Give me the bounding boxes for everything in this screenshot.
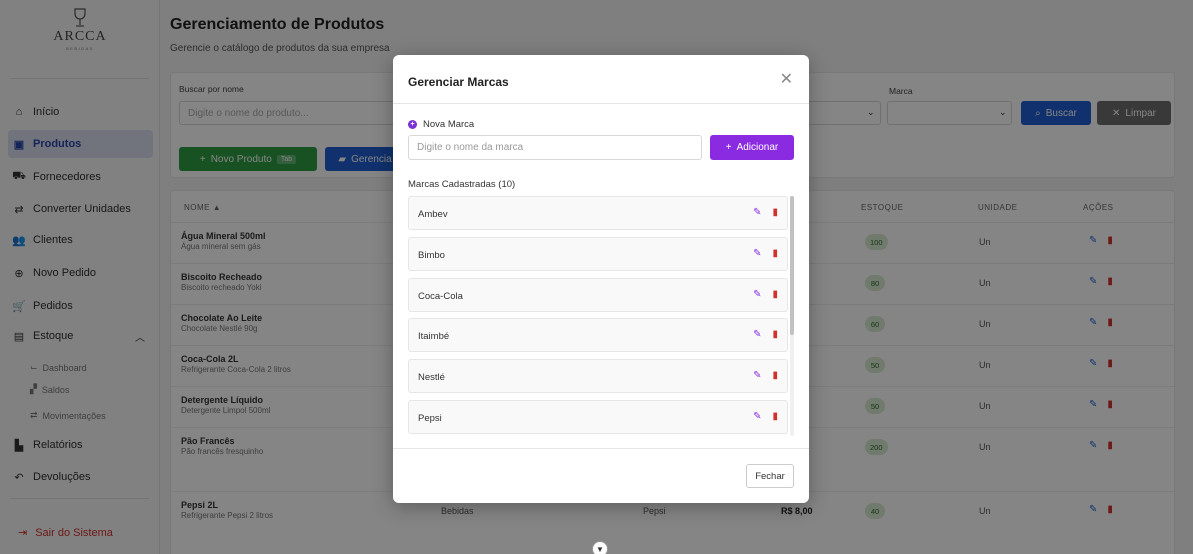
brand-item-name: Itaimbé <box>418 331 450 342</box>
trash-icon[interactable]: ▮ <box>772 248 778 259</box>
divider <box>393 103 809 104</box>
close-modal-button[interactable]: Fechar <box>746 464 794 488</box>
brand-item-actions: ✎ ▮ <box>753 370 778 381</box>
list-item: Bimbo ✎ ▮ <box>408 237 788 271</box>
brand-item-name: Nestlé <box>418 372 445 383</box>
trash-icon[interactable]: ▮ <box>772 411 778 422</box>
add-brand-label: Adicionar <box>736 142 779 153</box>
brand-item-name: Bimbo <box>418 250 445 261</box>
list-item: Pepsi ✎ ▮ <box>408 400 788 434</box>
list-item: Nestlé ✎ ▮ <box>408 359 788 393</box>
edit-icon[interactable]: ✎ <box>753 207 761 218</box>
brand-item-name: Ambev <box>418 209 448 220</box>
edit-icon[interactable]: ✎ <box>753 289 761 300</box>
list-item: Ambev ✎ ▮ <box>408 196 788 230</box>
edit-icon[interactable]: ✎ <box>753 329 761 340</box>
scrollbar-thumb[interactable] <box>790 196 794 335</box>
trash-icon[interactable]: ▮ <box>772 207 778 218</box>
brand-item-actions: ✎ ▮ <box>753 329 778 340</box>
brand-name-input[interactable]: Digite o nome da marca <box>408 135 702 160</box>
trash-icon[interactable]: ▮ <box>772 370 778 381</box>
brand-item-actions: ✎ ▮ <box>753 248 778 259</box>
edit-icon[interactable]: ✎ <box>753 248 761 259</box>
trash-icon[interactable]: ▮ <box>772 289 778 300</box>
chevron-down-icon[interactable]: ▼ <box>592 541 608 554</box>
brand-item-name: Pepsi <box>418 413 442 424</box>
add-brand-button[interactable]: + Adicionar <box>710 135 794 160</box>
brands-list[interactable]: Ambev ✎ ▮ Bimbo ✎ ▮ Coca-Cola ✎ ▮ Itaimb… <box>408 196 797 436</box>
brands-list-label: Marcas Cadastradas (10) <box>408 179 516 190</box>
brand-item-name: Coca-Cola <box>418 291 463 302</box>
modal-title: Gerenciar Marcas <box>408 75 509 89</box>
plus-icon: + <box>725 142 732 153</box>
plus-circle-icon: + <box>408 120 417 129</box>
new-brand-label: + Nova Marca <box>408 119 474 130</box>
trash-icon[interactable]: ▮ <box>772 329 778 340</box>
list-item: Itaimbé ✎ ▮ <box>408 318 788 352</box>
new-brand-label-text: Nova Marca <box>423 119 475 130</box>
brand-item-actions: ✎ ▮ <box>753 289 778 300</box>
list-item: Coca-Cola ✎ ▮ <box>408 278 788 312</box>
manage-brands-modal: Gerenciar Marcas ✕ + Nova Marca Digite o… <box>393 55 809 503</box>
edit-icon[interactable]: ✎ <box>753 411 761 422</box>
close-icon[interactable]: ✕ <box>780 69 793 89</box>
divider <box>393 448 809 449</box>
brand-item-actions: ✎ ▮ <box>753 411 778 422</box>
edit-icon[interactable]: ✎ <box>753 370 761 381</box>
brand-item-actions: ✎ ▮ <box>753 207 778 218</box>
